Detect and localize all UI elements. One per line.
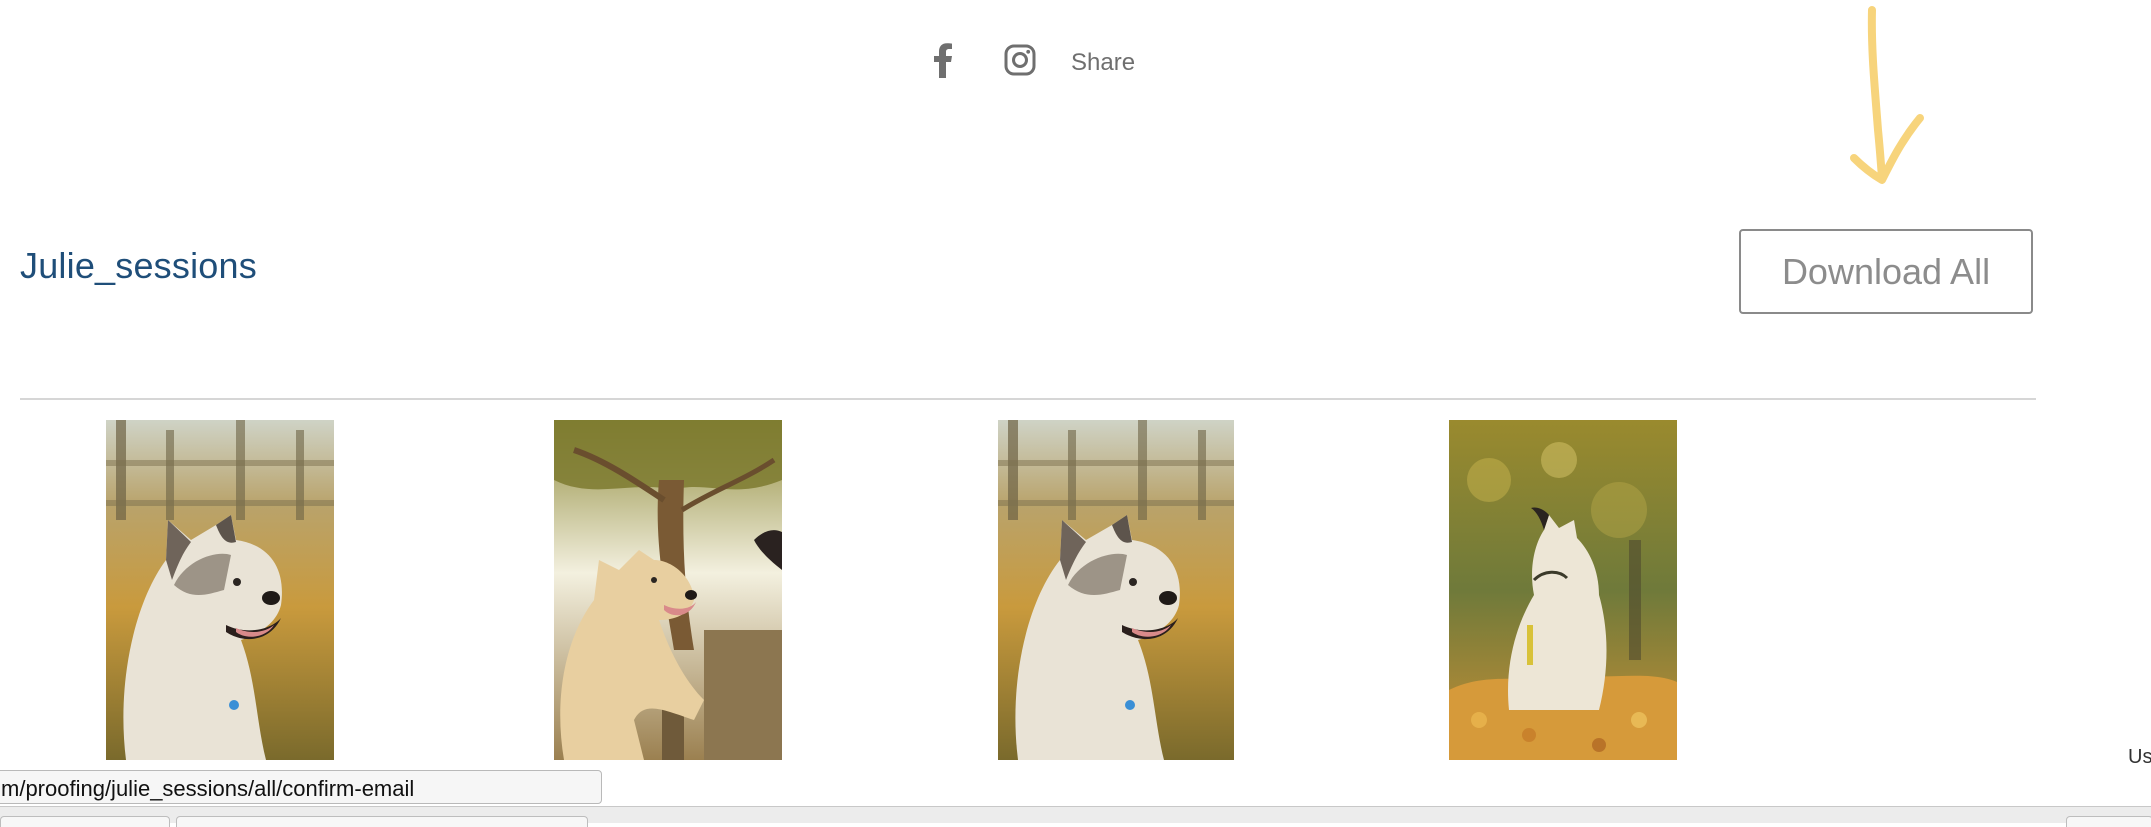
download-all-button[interactable]: Download All <box>1739 229 2033 314</box>
photo-thumbnail[interactable] <box>1449 420 1677 760</box>
photo-thumbnail[interactable] <box>106 420 334 760</box>
photo-thumbnail[interactable] <box>998 420 1234 760</box>
facebook-icon[interactable] <box>932 42 954 78</box>
share-link[interactable]: Share <box>1071 49 1135 77</box>
arrow-annotation-icon <box>1850 6 1924 184</box>
photo-thumbnail[interactable] <box>554 420 782 760</box>
gallery-title-link[interactable]: Julie_sessions <box>20 245 257 287</box>
social-share-bar: Share <box>0 34 2151 90</box>
browser-bottom-bar <box>0 806 2151 827</box>
status-bar-url: m/proofing/julie_sessions/all/confirm-em… <box>0 770 602 804</box>
instagram-icon[interactable] <box>1004 44 1036 76</box>
divider <box>20 398 2036 400</box>
corner-text: Us <box>2128 746 2151 768</box>
